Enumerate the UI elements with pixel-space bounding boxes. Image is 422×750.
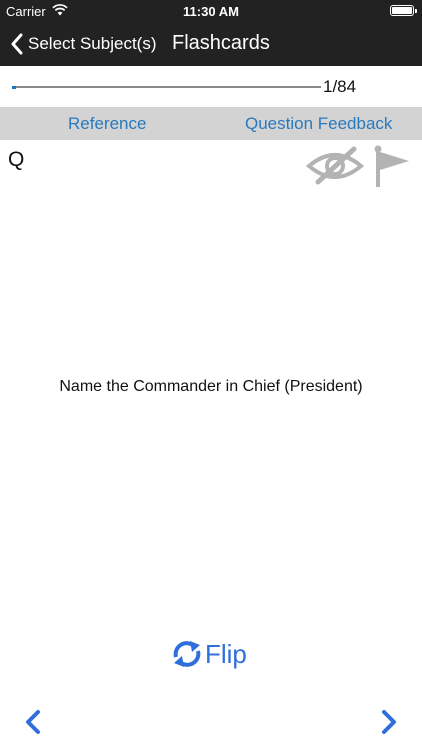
question-feedback-link[interactable]: Question Feedback <box>245 107 392 140</box>
previous-card-button[interactable] <box>22 708 44 736</box>
next-card-button[interactable] <box>378 708 400 736</box>
eye-slash-icon[interactable] <box>306 146 364 186</box>
card-text: Name the Commander in Chief (President) <box>59 378 363 395</box>
progress-fill <box>12 85 16 89</box>
battery-icon <box>390 5 417 16</box>
reference-link[interactable]: Reference <box>68 107 146 140</box>
flip-label: Flip <box>205 638 247 669</box>
back-label: Select Subject(s) <box>28 34 157 53</box>
progress-count: 1/84 <box>323 77 357 96</box>
progress-area: 1/84 <box>0 66 422 107</box>
card-side-label: Q <box>8 148 25 171</box>
flip-button[interactable]: Flip <box>171 636 247 672</box>
refresh-icon <box>173 641 201 667</box>
chevron-left-icon <box>11 33 23 55</box>
navigation-bar: Select Subject(s) Flashcards <box>0 22 422 66</box>
page-title: Flashcards <box>172 32 270 54</box>
back-button[interactable]: Select Subject(s) <box>10 22 157 66</box>
flag-icon[interactable] <box>373 145 411 187</box>
link-bar: Reference Question Feedback <box>0 107 422 140</box>
status-time: 11:30 AM <box>183 4 239 19</box>
status-bar: Carrier 11:30 AM <box>0 0 422 22</box>
progress-bar <box>12 85 321 89</box>
